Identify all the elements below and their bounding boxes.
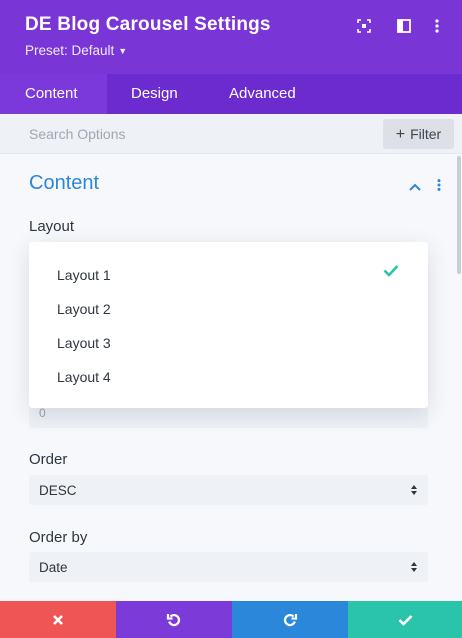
filter-button[interactable]: + Filter [383,119,454,149]
select-arrows-icon [410,483,418,501]
orderby-value: Date [39,560,68,575]
filter-label: Filter [410,126,442,142]
cancel-button[interactable] [0,601,116,638]
undo-button[interactable] [116,601,232,638]
scrollbar[interactable] [457,156,461,274]
select-arrows-icon [410,560,418,578]
orderby-select[interactable]: Date [29,552,428,582]
orderby-label: Order by [29,529,88,546]
layout-option-1[interactable]: Layout 1 [57,267,111,283]
checkmark-icon [383,264,399,282]
tab-design[interactable]: Design [131,74,178,114]
modal-title: DE Blog Carousel Settings [25,14,271,35]
tab-advanced[interactable]: Advanced [229,74,296,114]
redo-icon [283,613,298,626]
action-footer [0,601,462,638]
section-menu-icon[interactable] [437,178,441,196]
layout-label: Layout [29,218,75,235]
settings-tabs: Content Design Advanced [0,74,462,114]
order-value: DESC [39,483,77,498]
number-field-value: 0 [39,406,46,420]
plus-icon: + [395,126,406,143]
expand-icon[interactable] [354,16,374,36]
layout-dropdown: Layout 1 Layout 2 Layout 3 Layout 4 [29,242,428,408]
search-bar: Search Options + Filter [0,114,462,154]
order-label: Order [29,451,68,468]
checkmark-icon [398,614,412,626]
preset-selector[interactable]: Preset: Default ▼ [25,43,127,58]
section-title[interactable]: Content [29,172,99,195]
close-icon [53,614,63,625]
redo-button[interactable] [232,601,348,638]
more-options-icon[interactable] [427,16,447,36]
order-select[interactable]: DESC [29,475,428,505]
tab-content[interactable]: Content [0,74,107,114]
chevron-up-icon[interactable] [409,178,421,196]
search-input[interactable]: Search Options [29,126,126,142]
layout-option-4[interactable]: Layout 4 [57,369,111,385]
caret-down-icon: ▼ [118,46,128,56]
save-button[interactable] [348,601,462,638]
layout-option-2[interactable]: Layout 2 [57,301,111,317]
split-view-icon[interactable] [394,16,414,36]
modal-header: DE Blog Carousel Settings Preset: Defaul… [0,0,462,74]
undo-icon [166,613,181,626]
preset-label: Preset: Default [25,43,115,58]
layout-option-3[interactable]: Layout 3 [57,335,111,351]
